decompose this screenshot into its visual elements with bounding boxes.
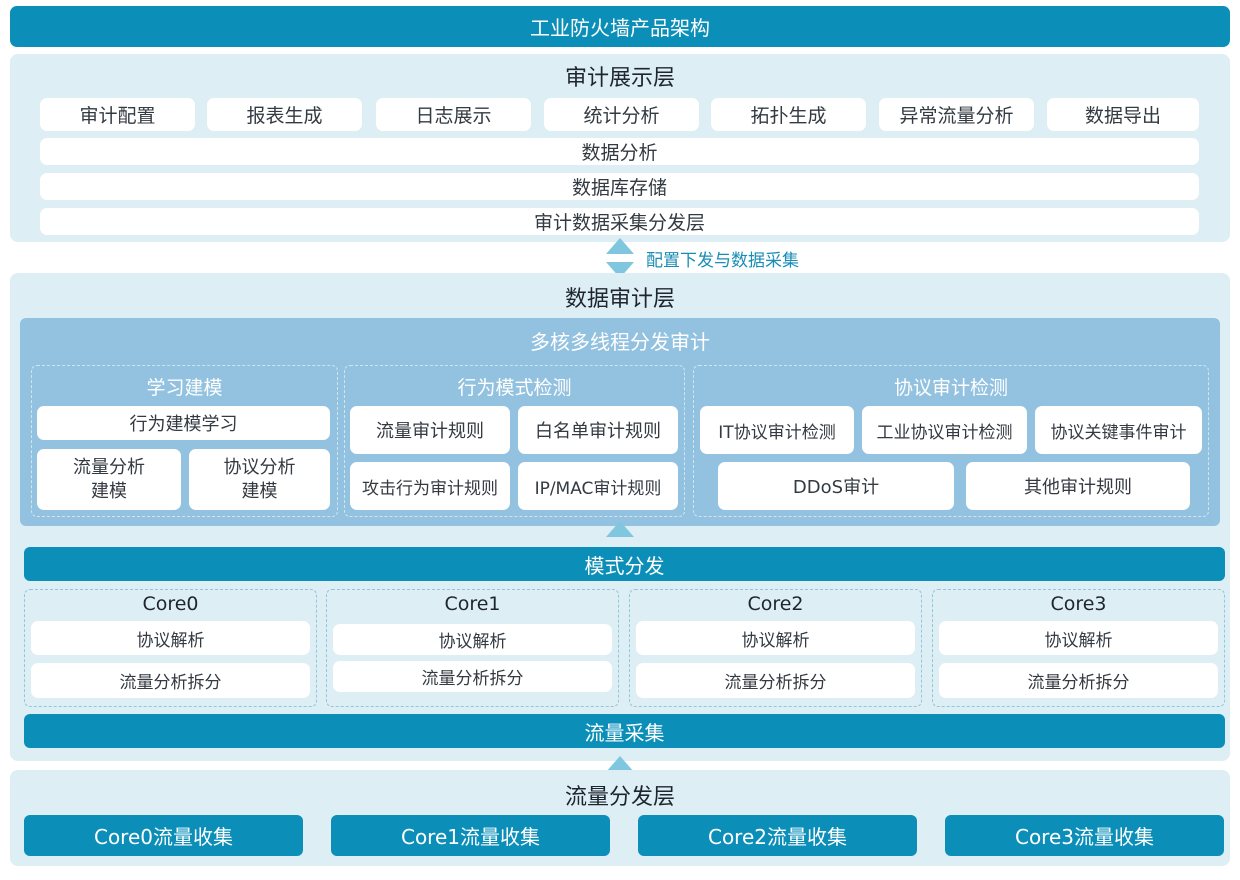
other-rules-box: 其他审计规则 [966, 462, 1190, 510]
industrial-protocol-box: 工业协议审计检测 [862, 406, 1027, 454]
display-item-report: 报表生成 [207, 98, 362, 131]
audit-display-title: 审计展示层 [564, 66, 675, 91]
core2-protocol-parse: 协议解析 [636, 621, 915, 655]
display-item-log: 日志展示 [376, 98, 531, 131]
core0-collect-label: Core0流量收集 [93, 825, 233, 849]
behavior-title: 行为模式检测 [457, 376, 572, 399]
database-storage-bar: 数据库存储 [40, 173, 1199, 200]
it-protocol-box: IT协议审计检测 [700, 406, 854, 454]
data-analysis-bar: 数据分析 [40, 138, 1199, 165]
protocol-modeling-box: 协议分析 建模 [189, 449, 330, 510]
connector-label: 配置下发与数据采集 [646, 251, 799, 271]
core2-traffic-split: 流量分析拆分 [636, 663, 915, 698]
core1-traffic-split: 流量分析拆分 [333, 661, 612, 692]
core0-title: Core0 [142, 593, 199, 615]
architecture-title: 工业防火墙产品架构 [530, 16, 710, 40]
core0-traffic-split: 流量分析拆分 [31, 663, 310, 698]
traffic-modeling-box: 流量分析 建模 [37, 449, 181, 510]
core2-title: Core2 [747, 593, 804, 615]
core1-title: Core1 [444, 593, 501, 615]
core3-collect-box: Core3流量收集 [945, 815, 1224, 856]
display-item-audit-config: 审计配置 [40, 98, 195, 131]
mode-dispatch-label: 模式分发 [584, 553, 665, 578]
mode-dispatch-bar: 模式分发 [24, 547, 1225, 581]
display-item-topology: 拓扑生成 [711, 98, 866, 131]
whitelist-rule-box: 白名单审计规则 [518, 406, 678, 454]
display-item-statistics: 统计分析 [544, 98, 699, 131]
core2-collect-box: Core2流量收集 [638, 815, 917, 856]
core3-protocol-parse: 协议解析 [939, 621, 1218, 655]
learning-title: 学习建模 [146, 376, 223, 399]
multicore-title: 多核多线程分发审计 [530, 329, 710, 354]
ddos-box: DDoS审计 [718, 462, 954, 510]
display-item-anomaly: 异常流量分析 [879, 98, 1034, 131]
traffic-collect-label: 流量采集 [584, 720, 665, 745]
traffic-rule-box: 流量审计规则 [350, 406, 510, 454]
core3-collect-label: Core3流量收集 [1014, 825, 1154, 849]
protocol-title: 协议审计检测 [893, 376, 1008, 399]
data-audit-title: 数据审计层 [564, 287, 675, 312]
core1-collect-box: Core1流量收集 [331, 815, 610, 856]
core0-collect-box: Core0流量收集 [24, 815, 303, 856]
attack-rule-box: 攻击行为审计规则 [350, 462, 510, 510]
collection-dispatch-bar: 审计数据采集分发层 [40, 208, 1199, 235]
behavior-modeling-box: 行为建模学习 [37, 406, 330, 440]
core2-collect-label: Core2流量收集 [707, 825, 847, 849]
core3-title: Core3 [1050, 593, 1107, 615]
core1-collect-label: Core1流量收集 [400, 825, 540, 849]
traffic-collect-bar: 流量采集 [24, 714, 1225, 748]
dispatch-up-arrow-icon [606, 521, 634, 537]
architecture-title-bar: 工业防火墙产品架构 [10, 6, 1230, 47]
traffic-dispatch-title: 流量分发层 [564, 785, 675, 810]
core1-protocol-parse: 协议解析 [333, 624, 612, 655]
key-event-box: 协议关键事件审计 [1035, 406, 1202, 454]
display-item-export: 数据导出 [1047, 98, 1199, 131]
core0-protocol-parse: 协议解析 [31, 621, 310, 655]
connector-up-arrow-icon [606, 238, 634, 254]
ipmac-rule-box: IP/MAC审计规则 [518, 462, 678, 510]
core3-traffic-split: 流量分析拆分 [939, 663, 1218, 698]
